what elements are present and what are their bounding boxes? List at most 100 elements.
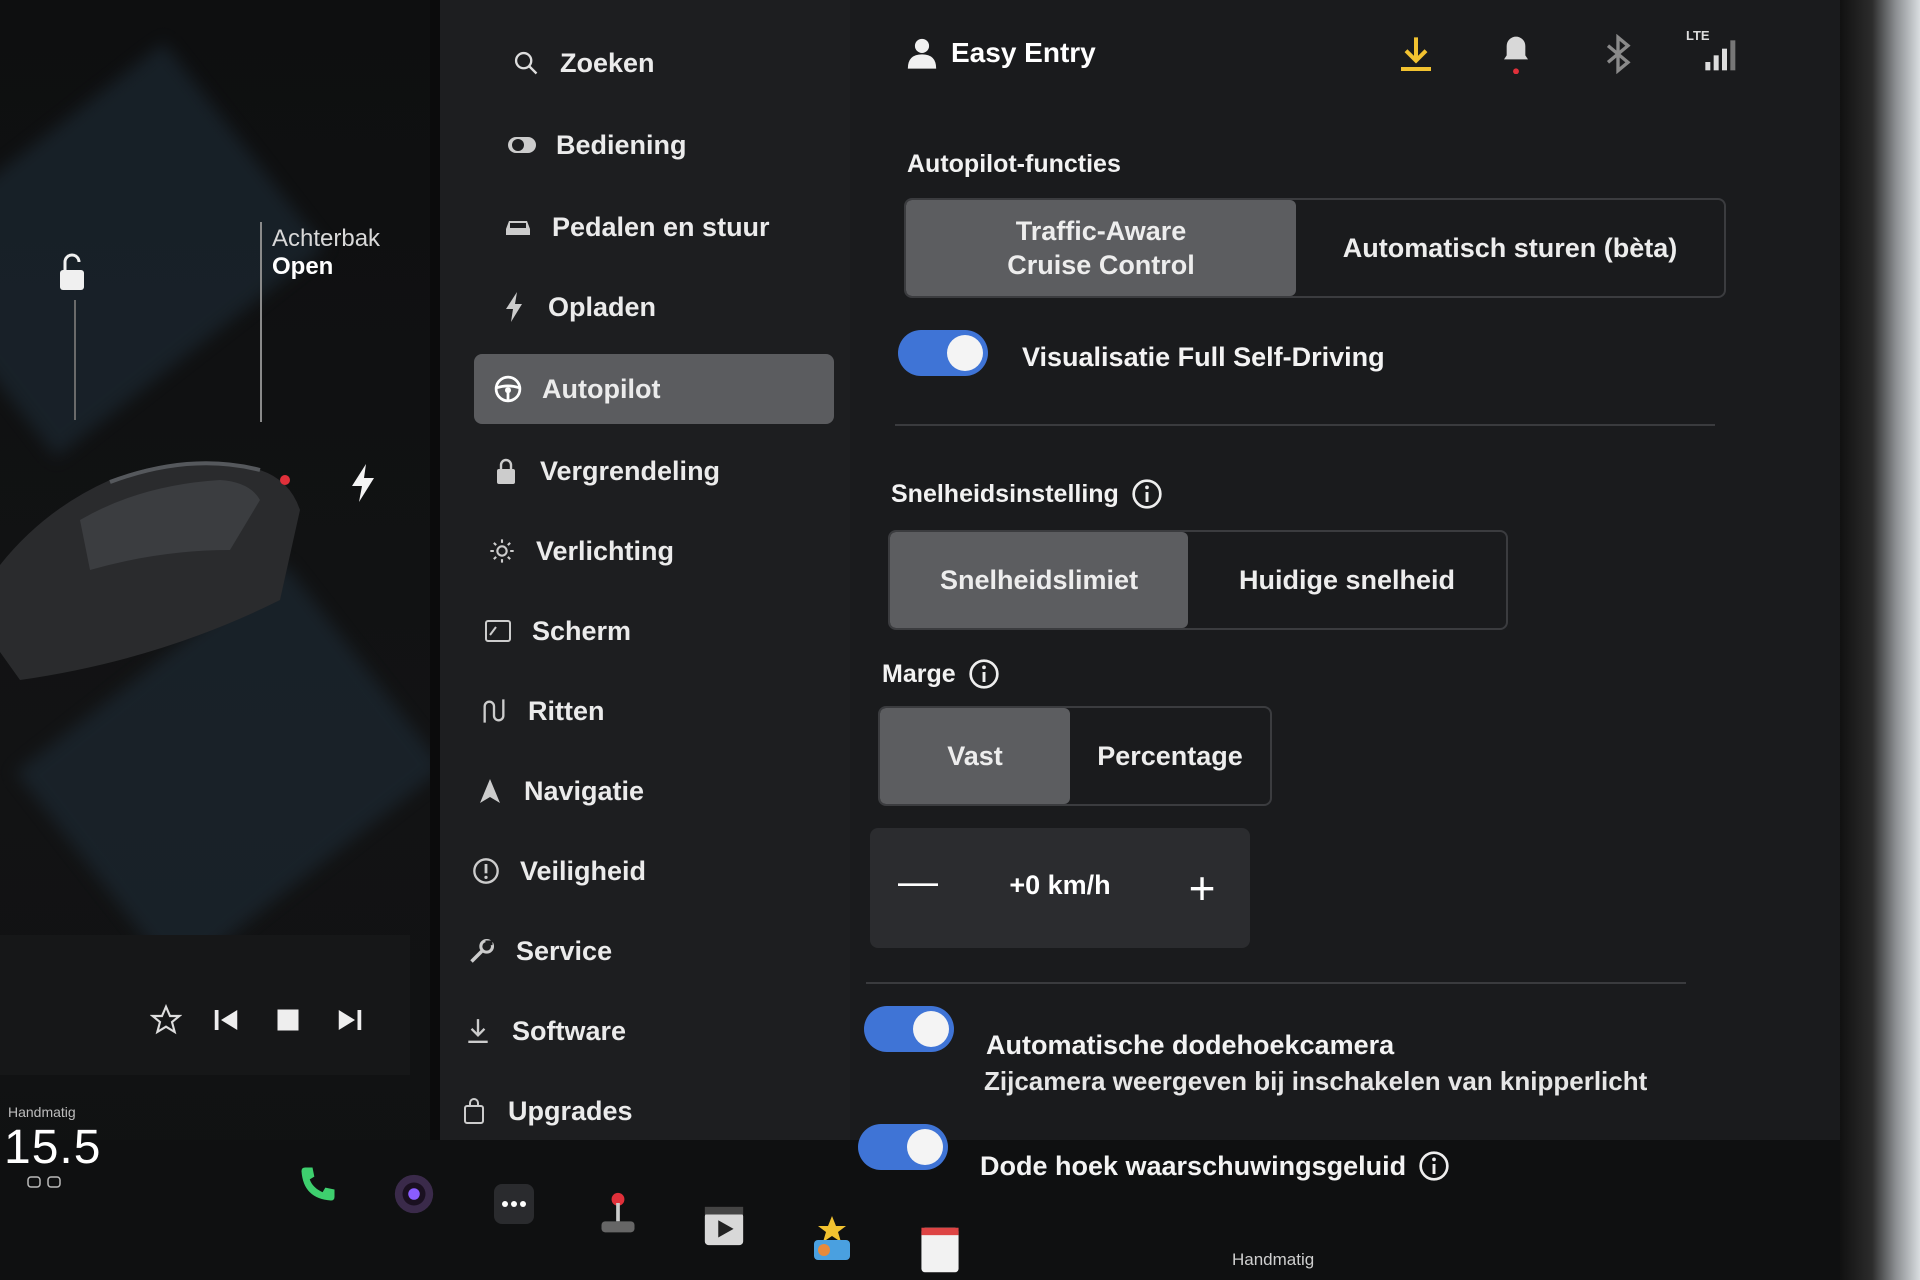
seat-heater-icon[interactable] [26, 1174, 66, 1190]
video-icon[interactable] [696, 1198, 752, 1254]
profile-name: Easy Entry [951, 37, 1096, 68]
option-huidige-snelheid[interactable]: Huidige snelheid [1188, 532, 1506, 628]
menu-item-autopilot[interactable]: Autopilot [474, 354, 834, 424]
menu-item-service[interactable]: Service [464, 916, 612, 986]
menu-item-bediening[interactable]: Bediening [504, 110, 687, 180]
menu-item-ritten[interactable]: Ritten [476, 676, 605, 746]
blind-spot-chime-label: Dode hoek waarschuwingsgeluid [980, 1150, 1407, 1181]
divider [866, 982, 1686, 984]
blind-spot-camera-label: Automatische dodehoekcamera [986, 1030, 1395, 1060]
menu-item-upgrades[interactable]: Upgrades [456, 1076, 633, 1146]
info-icon[interactable] [968, 658, 1000, 690]
toggle-knob [907, 1129, 943, 1165]
favorite-icon[interactable] [146, 1000, 186, 1040]
option-traffic-aware-cruise-control[interactable]: Traffic-Aware Cruise Control [906, 200, 1297, 296]
menu-item-software[interactable]: Software [460, 996, 626, 1066]
sun-icon [484, 533, 520, 569]
trunk-indicator-line [260, 222, 262, 422]
trunk-status[interactable]: Open [272, 253, 333, 281]
menu-item-navigatie[interactable]: Navigatie [472, 756, 644, 826]
toggle-knob [947, 335, 983, 371]
option-percentage[interactable]: Percentage [1070, 708, 1270, 804]
notification-bell-icon[interactable] [1496, 34, 1536, 74]
margin-type-selector: Vast Percentage [878, 706, 1272, 806]
drive-mode-label: Handmatig [8, 1104, 76, 1120]
signal-strength-icon [1705, 40, 1736, 71]
toybox-icon[interactable] [804, 1210, 860, 1266]
menu-item-pedalen-en-stuur[interactable]: Pedalen en stuur [500, 192, 770, 262]
toggle-knob [913, 1011, 949, 1047]
next-track-icon[interactable] [330, 1000, 370, 1040]
menu-item-label: Bediening [556, 129, 687, 160]
speed-setting-selector: Snelheidslimiet Huidige snelheid [888, 530, 1508, 630]
blind-spot-camera-description: Zijcamera weergeven bij inschakelen van … [984, 1066, 1648, 1096]
toggle-fsd-visualization[interactable] [898, 330, 988, 376]
fsd-visualization-label: Visualisatie Full Self-Driving [1022, 342, 1385, 372]
menu-item-vergrendeling[interactable]: Vergrendeling [488, 436, 720, 506]
odometer-value: 15.5 [4, 1121, 102, 1174]
download-icon [460, 1013, 496, 1049]
car-visualization-panel: Achterbak Open [0, 0, 430, 1280]
menu-item-label: Vergrendeling [540, 455, 721, 486]
navigation-icon [472, 773, 508, 809]
driver-profile-button[interactable]: Easy Entry [905, 36, 1096, 70]
margin-stepper: — +0 km/h + [870, 828, 1250, 948]
search-icon [508, 45, 544, 81]
menu-item-label: Opladen [548, 291, 657, 322]
menu-item-label: Zoeken [560, 47, 655, 78]
section-title-autopilot-functies: Autopilot-functies [907, 150, 1121, 178]
option-label-line2: Cruise Control [1007, 250, 1195, 280]
menu-item-verlichting[interactable]: Verlichting [484, 516, 674, 586]
menu-item-label: Pedalen en stuur [552, 211, 770, 242]
menu-item-label: Software [512, 1015, 627, 1046]
software-download-icon[interactable] [1396, 34, 1436, 74]
menu-item-label: Ritten [528, 695, 605, 726]
charging-bolt-icon [352, 464, 374, 502]
section-title-text: Snelheidsinstelling [891, 479, 1119, 508]
menu-item-scherm[interactable]: Scherm [480, 596, 631, 666]
joystick-icon[interactable] [590, 1186, 646, 1242]
bluetooth-icon[interactable] [1598, 34, 1638, 74]
menu-item-zoeken[interactable]: Zoeken [508, 28, 655, 98]
phone-icon[interactable] [290, 1156, 346, 1212]
menu-item-label: Service [516, 935, 613, 966]
menu-item-veiligheid[interactable]: Veiligheid [468, 836, 646, 906]
bag-icon [456, 1093, 492, 1129]
screen-icon [480, 613, 516, 649]
menu-item-label: Navigatie [524, 775, 645, 806]
menu-item-label: Autopilot [542, 373, 661, 404]
menu-item-label: Upgrades [508, 1095, 633, 1126]
menu-item-label: Verlichting [536, 535, 675, 566]
trips-icon [476, 693, 512, 729]
trunk-label[interactable]: Achterbak [272, 224, 380, 253]
increment-button[interactable]: + [1172, 858, 1232, 918]
unlock-icon[interactable] [56, 252, 90, 292]
option-snelheidslimiet[interactable]: Snelheidslimiet [890, 532, 1189, 628]
toggle-blind-spot-camera[interactable] [864, 1006, 954, 1052]
option-vast[interactable]: Vast [880, 708, 1071, 804]
previous-track-icon[interactable] [206, 1000, 246, 1040]
blind-spot-chime-row: Dode hoek waarschuwingsgeluid [980, 1150, 1450, 1182]
safety-icon [468, 853, 504, 889]
option-automatisch-sturen[interactable]: Automatisch sturen (bèta) [1296, 200, 1724, 296]
option-label-line1: Traffic-Aware [1015, 216, 1187, 246]
divider [895, 424, 1715, 426]
stop-icon[interactable] [268, 1000, 308, 1040]
section-title-marge: Marge [882, 658, 1000, 690]
person-icon [907, 38, 937, 69]
lock-icon [488, 453, 524, 489]
menu-item-opladen[interactable]: Opladen [496, 272, 656, 342]
steering-wheel-icon [490, 371, 526, 407]
settings-menu: Zoeken Bediening Pedalen en stuur Oplade… [440, 0, 850, 1160]
section-title-snelheidsinstelling: Snelheidsinstelling [891, 478, 1163, 510]
toggle-icon [504, 127, 540, 163]
info-icon[interactable] [1418, 1150, 1450, 1182]
info-icon[interactable] [1131, 478, 1163, 510]
menu-item-label: Veiligheid [520, 855, 647, 886]
more-icon[interactable] [486, 1176, 542, 1232]
notes-icon[interactable] [912, 1222, 968, 1278]
toggle-blind-spot-chime[interactable] [858, 1124, 948, 1170]
section-title-text: Marge [882, 659, 956, 688]
camera-icon[interactable] [386, 1166, 442, 1222]
menu-item-label: Scherm [532, 615, 632, 646]
